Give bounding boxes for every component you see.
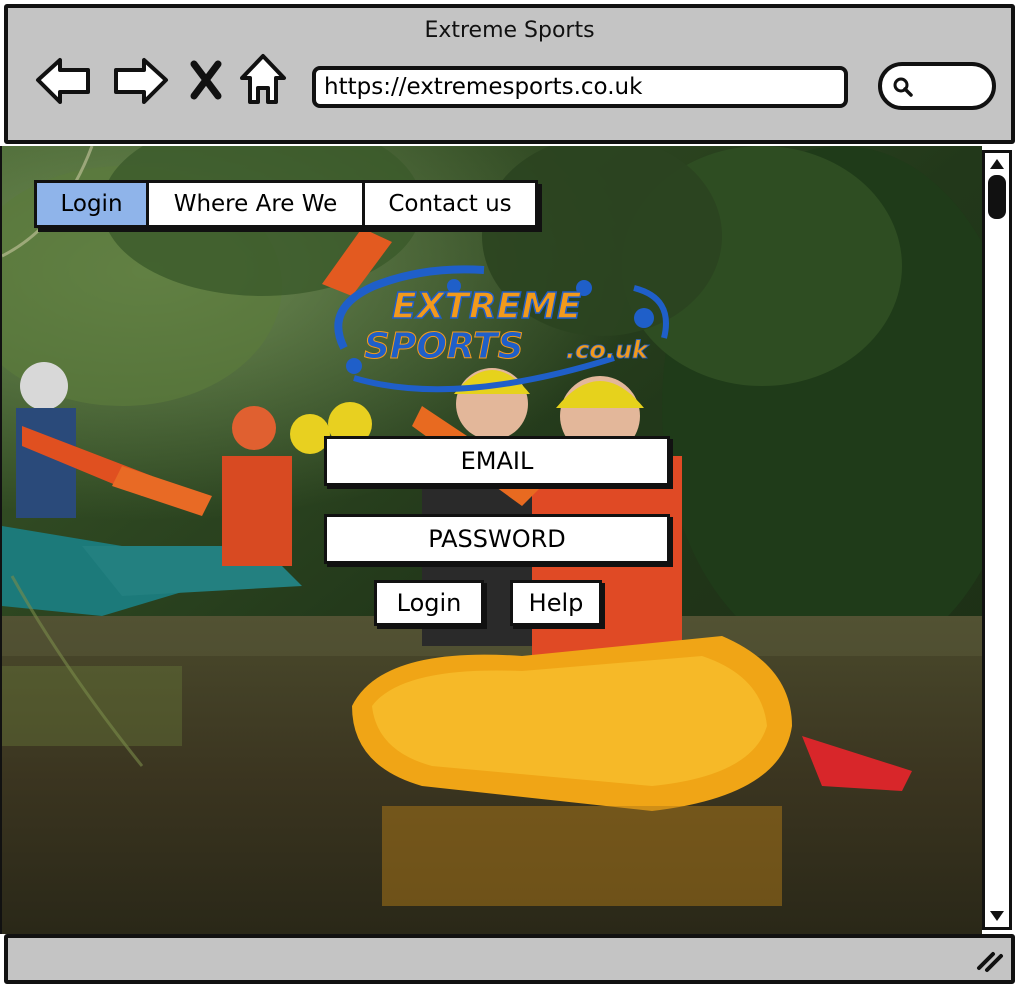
help-button[interactable]: Help — [510, 580, 602, 626]
back-arrow-icon — [36, 58, 90, 104]
window-title: Extreme Sports — [424, 18, 595, 43]
tab-contact-us[interactable]: Contact us — [365, 183, 535, 225]
stop-button[interactable] — [180, 48, 232, 112]
forward-arrow-icon — [114, 58, 168, 104]
tab-login[interactable]: Login — [37, 183, 149, 225]
search-input[interactable] — [878, 62, 996, 110]
logo-text-sports: SPORTS — [364, 326, 524, 367]
status-bar — [4, 934, 1015, 984]
vertical-scrollbar[interactable] — [982, 150, 1012, 930]
scroll-down-icon[interactable] — [988, 908, 1006, 924]
home-button[interactable] — [236, 48, 290, 112]
resize-grip-icon[interactable] — [975, 946, 1005, 974]
close-icon — [190, 60, 222, 100]
main-nav-tabs: Login Where Are We Contact us — [34, 180, 538, 228]
scroll-thumb[interactable] — [988, 175, 1006, 219]
page-viewport: Login Where Are We Contact us EXTREME SP… — [0, 146, 982, 934]
login-button[interactable]: Login — [374, 580, 484, 626]
forward-button[interactable] — [108, 48, 172, 112]
extreme-sports-logo: EXTREME SPORTS .co.uk — [314, 258, 686, 394]
browser-toolbar: Extreme Sports https://extremesports.co.… — [4, 4, 1015, 144]
home-icon — [240, 54, 286, 104]
logo-text-domain: .co.uk — [566, 336, 650, 364]
search-icon — [893, 77, 913, 97]
email-field[interactable]: EMAIL — [324, 436, 670, 486]
tab-where-are-we[interactable]: Where Are We — [149, 183, 365, 225]
address-bar[interactable]: https://extremesports.co.uk — [312, 66, 848, 108]
logo-text-extreme: EXTREME — [392, 286, 582, 327]
back-button[interactable] — [32, 48, 96, 112]
password-field[interactable]: PASSWORD — [324, 514, 670, 564]
scroll-up-icon[interactable] — [988, 156, 1006, 172]
